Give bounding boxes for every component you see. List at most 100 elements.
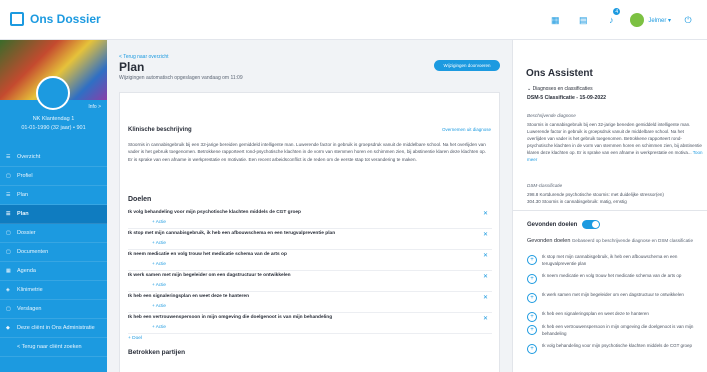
sidebar-item-dossier[interactable]: ▢ Dossier [0,224,107,243]
found-goals-header: Gevonden doelen Gebaseerd op beschrijven… [527,237,703,245]
found-goals-toggle[interactable] [582,220,601,229]
dossier-logo-icon [10,12,24,26]
dsm-class-label: DSM-classificatie [527,183,563,188]
power-icon[interactable]: ⏻ [677,10,699,30]
client-name: NK Klantendag 1 [32,116,75,122]
client-info-link[interactable]: Info > [88,104,101,110]
assistant-title: Ons Assistent [526,68,593,79]
found-goal-text: Ik volg behandeling voor mijn psychotisc… [542,343,692,348]
goal-item: Ik volg behandeling voor mijn psychotisc… [128,208,492,229]
user-avatar[interactable] [630,13,645,27]
add-goal-icon[interactable]: + [527,325,537,335]
goal-text[interactable]: Ik heb een vertrouwenspersoon in mijn om… [128,315,332,320]
found-goal-item: + Ik werk samen met mijn begeleider om e… [527,291,703,310]
app-title: Ons Dossier [30,12,101,26]
found-goal-item: + Ik volg behandeling voor mijn psychoti… [527,342,703,361]
add-action-link[interactable]: + Actie [152,219,166,224]
notification-badge: 4 [613,8,621,15]
goal-text[interactable]: Ik stop met mijn cannabisgebruik, ik heb… [128,231,335,236]
sidebar-item-klinimetrie[interactable]: ◈ Klinimetrie [0,281,107,300]
sidebar-item-verslagen[interactable]: ▢ Verslagen [0,300,107,319]
remove-goal-icon[interactable]: ✕ [483,315,488,322]
add-goal-icon[interactable]: + [527,344,537,354]
found-goals-sub: Gebaseerd op beschrijvende diagnose en D… [571,238,694,243]
assistant-panel: Ons Assistent ⌄ Diagnoses en classificat… [512,40,707,372]
sidebar-item-profiel[interactable]: ▢ Profiel [0,167,107,186]
grid-icon[interactable]: ▦ [544,10,566,30]
add-goal-link[interactable]: + Doel [128,336,142,341]
found-goal-item: + Ik heb een signaleringsplan en weet de… [527,310,703,323]
remove-goal-icon[interactable]: ✕ [483,231,488,238]
goal-item: Ik werk samen met mijn begeleider om een… [128,271,492,292]
chat-icon[interactable]: ▤ [572,10,594,30]
found-goal-text: Ik heb een signaleringsplan en weet deze… [542,311,649,316]
goal-item: Ik heb een signaleringsplan en weet deze… [128,292,492,313]
beschrijving-label: Beschrijvende diagnose [527,113,576,118]
found-goal-text: Ik stop met mijn cannabisgebruik, ik heb… [542,254,678,266]
add-goal-icon[interactable]: + [527,293,537,303]
found-goal-text: Ik neem medicatie en volg trouw het medi… [542,273,682,278]
add-goal-icon[interactable]: + [527,274,537,284]
add-action-link[interactable]: + Actie [152,240,166,245]
remove-goal-icon[interactable]: ✕ [483,252,488,259]
plan-active-icon: ☰ [6,211,11,217]
top-actions: ▦ ▤ ♪ 4 Jelmer ▾ ⏻ [538,8,699,30]
add-action-link[interactable]: + Actie [152,303,166,308]
top-bar: Ons Dossier ▦ ▤ ♪ 4 Jelmer ▾ ⏻ [0,0,707,40]
doelen-heading: Doelen [128,196,152,203]
sidebar-item-plan[interactable]: ☰ Plan [0,186,107,205]
toggle-label: Gevonden doelen [527,221,578,228]
plan-icon: ☰ [6,192,11,198]
sidebar-item-agenda[interactable]: ▦ Agenda [0,262,107,281]
goal-item: Ik stop met mijn cannabisgebruik, ik heb… [128,229,492,250]
sidebar-item-back[interactable]: < Terug naar cliënt zoeken [0,338,107,357]
overview-icon: ☰ [6,154,11,160]
add-goal-icon[interactable]: + [527,255,537,265]
divider [513,210,707,211]
link-icon: ◆ [6,325,10,331]
copy-from-diagnosis-link[interactable]: Overnemen uit diagnose [442,127,491,132]
found-goal-item: + Ik heb een vertrouwenspersoon in mijn … [527,323,703,342]
profile-icon: ▢ [6,173,11,179]
calendar-icon: ▦ [6,268,11,274]
sidebar-item-overzicht[interactable]: ☰ Overzicht [0,148,107,167]
goal-text[interactable]: Ik werk samen met mijn begeleider om een… [128,273,291,278]
dsm-class-text: 298.8 Kortdurende psychotische stoornis:… [527,192,664,204]
add-action-link[interactable]: + Actie [152,282,166,287]
remove-goal-icon[interactable]: ✕ [483,273,488,280]
sidebar-item-plan-active[interactable]: ☰ Plan [0,205,107,224]
add-action-link[interactable]: + Actie [152,324,166,329]
documents-icon: ▢ [6,249,11,255]
goal-item: Ik neem medicatie en volg trouw het medi… [128,250,492,271]
diagnoses-toggle[interactable]: ⌄ Diagnoses en classificaties [527,86,593,92]
client-summary: NK Klantendag 1 01-01-1990 (32 jaar) • 9… [0,115,107,133]
clinical-description[interactable]: Stoornis in cannabisgebruik bij een 32-j… [128,141,490,163]
found-goals-list: + Ik stop met mijn cannabisgebruik, ik h… [527,253,703,361]
metrics-icon: ◈ [6,287,10,293]
client-avatar[interactable] [36,76,70,110]
dossier-icon: ▢ [6,230,11,236]
sidebar-item-documenten[interactable]: ▢ Documenten [0,243,107,262]
found-goals-heading: Gevonden doelen [527,238,571,244]
autosave-status: Wijzigingen automatisch opgeslagen vanda… [119,75,243,81]
brand[interactable]: Ons Dossier [10,12,101,26]
remove-goal-icon[interactable]: ✕ [483,210,488,217]
add-action-link[interactable]: + Actie [152,261,166,266]
sidebar-nav: ☰ Overzicht ▢ Profiel ☰ Plan ☰ Plan ▢ Dossier… [0,148,107,357]
goal-text[interactable]: Ik neem medicatie en volg trouw het medi… [128,252,287,257]
found-goal-item: + Ik neem medicatie en volg trouw het me… [527,272,703,291]
main-content: < Terug naar overzicht Plan Wijzigingen … [107,40,512,372]
goals-toggle-row: Gevonden doelen [527,220,601,229]
left-sidebar: Info > NK Klantendag 1 01-01-1990 (32 ja… [0,40,107,372]
sidebar-item-administratie[interactable]: ◆ Deze cliënt in Ons Administratie [0,319,107,338]
user-menu[interactable]: Jelmer ▾ [648,17,671,24]
dsm-heading: DSM-5 Classificatie - 15-09-2022 [527,95,607,101]
add-goal-icon[interactable]: + [527,312,537,322]
apply-changes-button[interactable]: Wijzigingen doorvoeren [434,60,500,71]
betrokken-heading: Betrokken partijen [128,349,186,356]
goal-text[interactable]: Ik volg behandeling voor mijn psychotisc… [128,210,301,215]
bell-icon[interactable]: ♪ 4 [600,8,622,30]
goal-text[interactable]: Ik heb een signaleringsplan en weet deze… [128,294,249,299]
remove-goal-icon[interactable]: ✕ [483,294,488,301]
reports-icon: ▢ [6,306,11,312]
